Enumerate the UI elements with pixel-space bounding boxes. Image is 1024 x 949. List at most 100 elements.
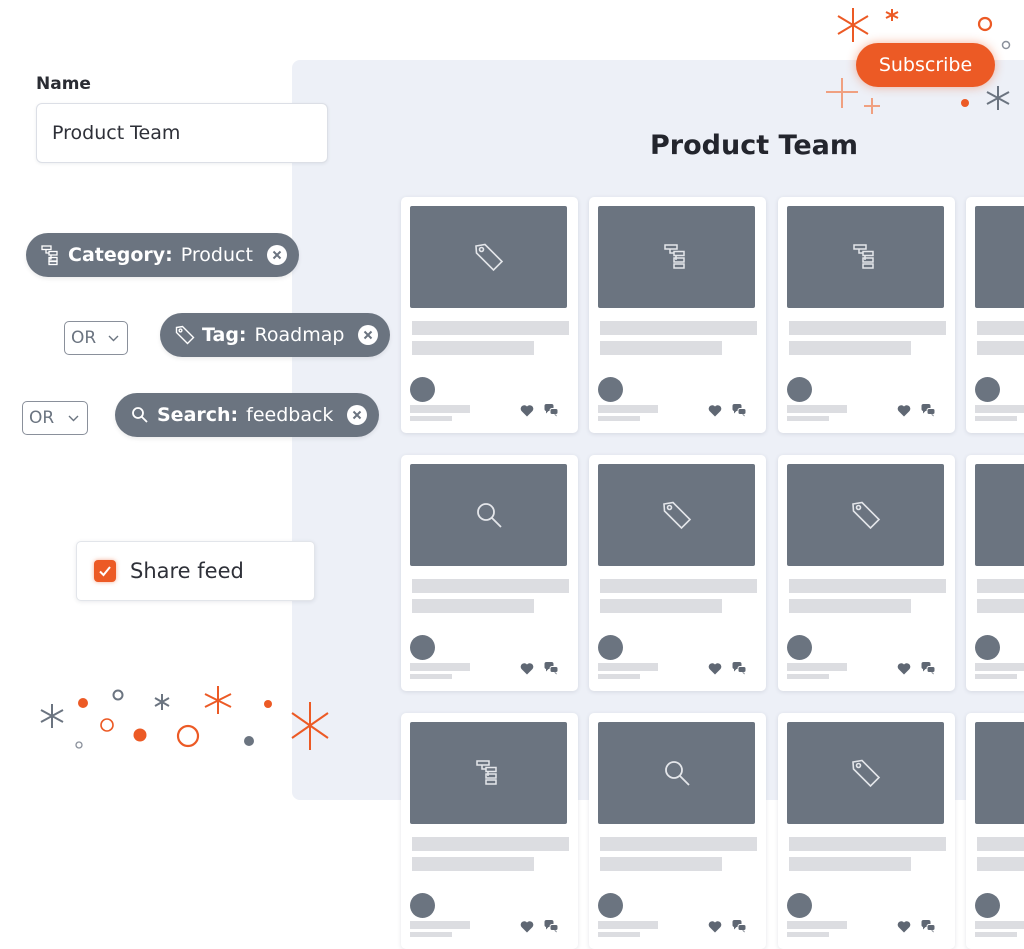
author-placeholder: [598, 663, 658, 671]
subtitle-placeholder: [412, 857, 534, 871]
share-feed-option[interactable]: Share feed: [76, 541, 315, 601]
tag-icon: [472, 240, 506, 274]
subtitle-placeholder: [412, 599, 534, 613]
dot-icon: [78, 698, 88, 708]
heart-icon[interactable]: [708, 662, 722, 675]
avatar: [598, 635, 623, 660]
decorative-sparkles-top: [826, 8, 1011, 114]
heart-icon[interactable]: [708, 404, 722, 417]
avatar: [598, 893, 623, 918]
heart-icon[interactable]: [897, 920, 911, 933]
author-placeholder: [975, 663, 1024, 671]
date-placeholder: [787, 416, 829, 421]
name-input[interactable]: [36, 103, 328, 163]
comment-icon[interactable]: [544, 919, 559, 933]
filter-chip-search[interactable]: Search: feedback: [115, 393, 380, 437]
avatar: [787, 893, 812, 918]
comment-icon[interactable]: [732, 403, 747, 417]
feed-card[interactable]: [589, 197, 766, 433]
heart-icon[interactable]: [708, 920, 722, 933]
date-placeholder: [787, 932, 829, 937]
dot-icon: [961, 99, 969, 107]
heart-icon[interactable]: [520, 662, 534, 675]
card-thumbnail: [598, 464, 755, 566]
feed-card[interactable]: [401, 197, 578, 433]
heart-icon[interactable]: [897, 404, 911, 417]
author-placeholder: [787, 405, 847, 413]
feed-card[interactable]: [589, 455, 766, 691]
feed-card[interactable]: [966, 713, 1024, 949]
comment-icon[interactable]: [732, 919, 747, 933]
search-icon: [473, 499, 505, 531]
heart-icon[interactable]: [897, 662, 911, 675]
feed-card[interactable]: [778, 197, 955, 433]
subtitle-placeholder: [977, 341, 1024, 355]
sparkle-icon: [154, 694, 170, 710]
operator-select-1[interactable]: OR: [64, 321, 128, 355]
author-placeholder: [975, 405, 1024, 413]
title-placeholder: [412, 837, 569, 851]
heart-icon[interactable]: [520, 404, 534, 417]
sparkle-icon: [885, 9, 899, 21]
feed-card[interactable]: [966, 197, 1024, 433]
comment-icon[interactable]: [921, 403, 936, 417]
author-placeholder: [975, 921, 1024, 929]
filter-chip-tag[interactable]: Tag: Roadmap: [160, 313, 391, 357]
search-icon: [661, 757, 693, 789]
remove-filter-icon[interactable]: [358, 325, 379, 345]
ring-icon: [75, 741, 83, 749]
avatar: [410, 893, 435, 918]
title-placeholder: [977, 579, 1024, 593]
feed-card[interactable]: [966, 455, 1024, 691]
operator-select-2[interactable]: OR: [22, 401, 88, 435]
tag-icon: [849, 498, 883, 532]
chevron-down-icon: [68, 415, 79, 422]
card-thumbnail: [975, 722, 1024, 824]
share-feed-checkbox[interactable]: [94, 560, 116, 582]
author-placeholder: [410, 405, 470, 413]
filter-value: feedback: [246, 404, 334, 426]
sparkle-icon: [986, 86, 1010, 110]
remove-filter-icon[interactable]: [347, 405, 368, 425]
ring-icon: [977, 16, 993, 32]
tag-icon: [849, 756, 883, 790]
feed-card[interactable]: [401, 455, 578, 691]
card-thumbnail: [410, 464, 567, 566]
card-thumbnail: [975, 464, 1024, 566]
feed-card[interactable]: [401, 713, 578, 949]
comment-icon[interactable]: [921, 919, 936, 933]
comment-icon[interactable]: [544, 661, 559, 675]
avatar: [598, 377, 623, 402]
comment-icon[interactable]: [732, 661, 747, 675]
feed-card[interactable]: [778, 455, 955, 691]
feed-card[interactable]: [778, 713, 955, 949]
date-placeholder: [787, 674, 829, 679]
ring-icon: [176, 724, 200, 748]
avatar: [410, 635, 435, 660]
avatar: [975, 635, 1000, 660]
remove-filter-icon[interactable]: [266, 245, 287, 265]
date-placeholder: [598, 674, 640, 679]
subtitle-placeholder: [600, 341, 722, 355]
comment-icon[interactable]: [921, 661, 936, 675]
sparkle-icon: [291, 702, 329, 750]
hierarchy-icon: [851, 242, 881, 272]
filter-value: Roadmap: [254, 324, 345, 346]
operator-value: OR: [71, 328, 97, 348]
filter-value: Product: [180, 244, 253, 266]
share-feed-label: Share feed: [130, 559, 244, 583]
feed-card[interactable]: [589, 713, 766, 949]
hierarchy-icon: [662, 242, 692, 272]
date-placeholder: [410, 416, 452, 421]
comment-icon[interactable]: [544, 403, 559, 417]
title-placeholder: [789, 837, 946, 851]
author-placeholder: [787, 663, 847, 671]
title-placeholder: [600, 579, 757, 593]
card-thumbnail: [787, 206, 944, 308]
subtitle-placeholder: [789, 341, 911, 355]
filter-chip-category[interactable]: Category: Product: [26, 233, 299, 277]
author-placeholder: [787, 921, 847, 929]
filter-key: Search:: [157, 404, 239, 426]
heart-icon[interactable]: [520, 920, 534, 933]
date-placeholder: [410, 674, 452, 679]
